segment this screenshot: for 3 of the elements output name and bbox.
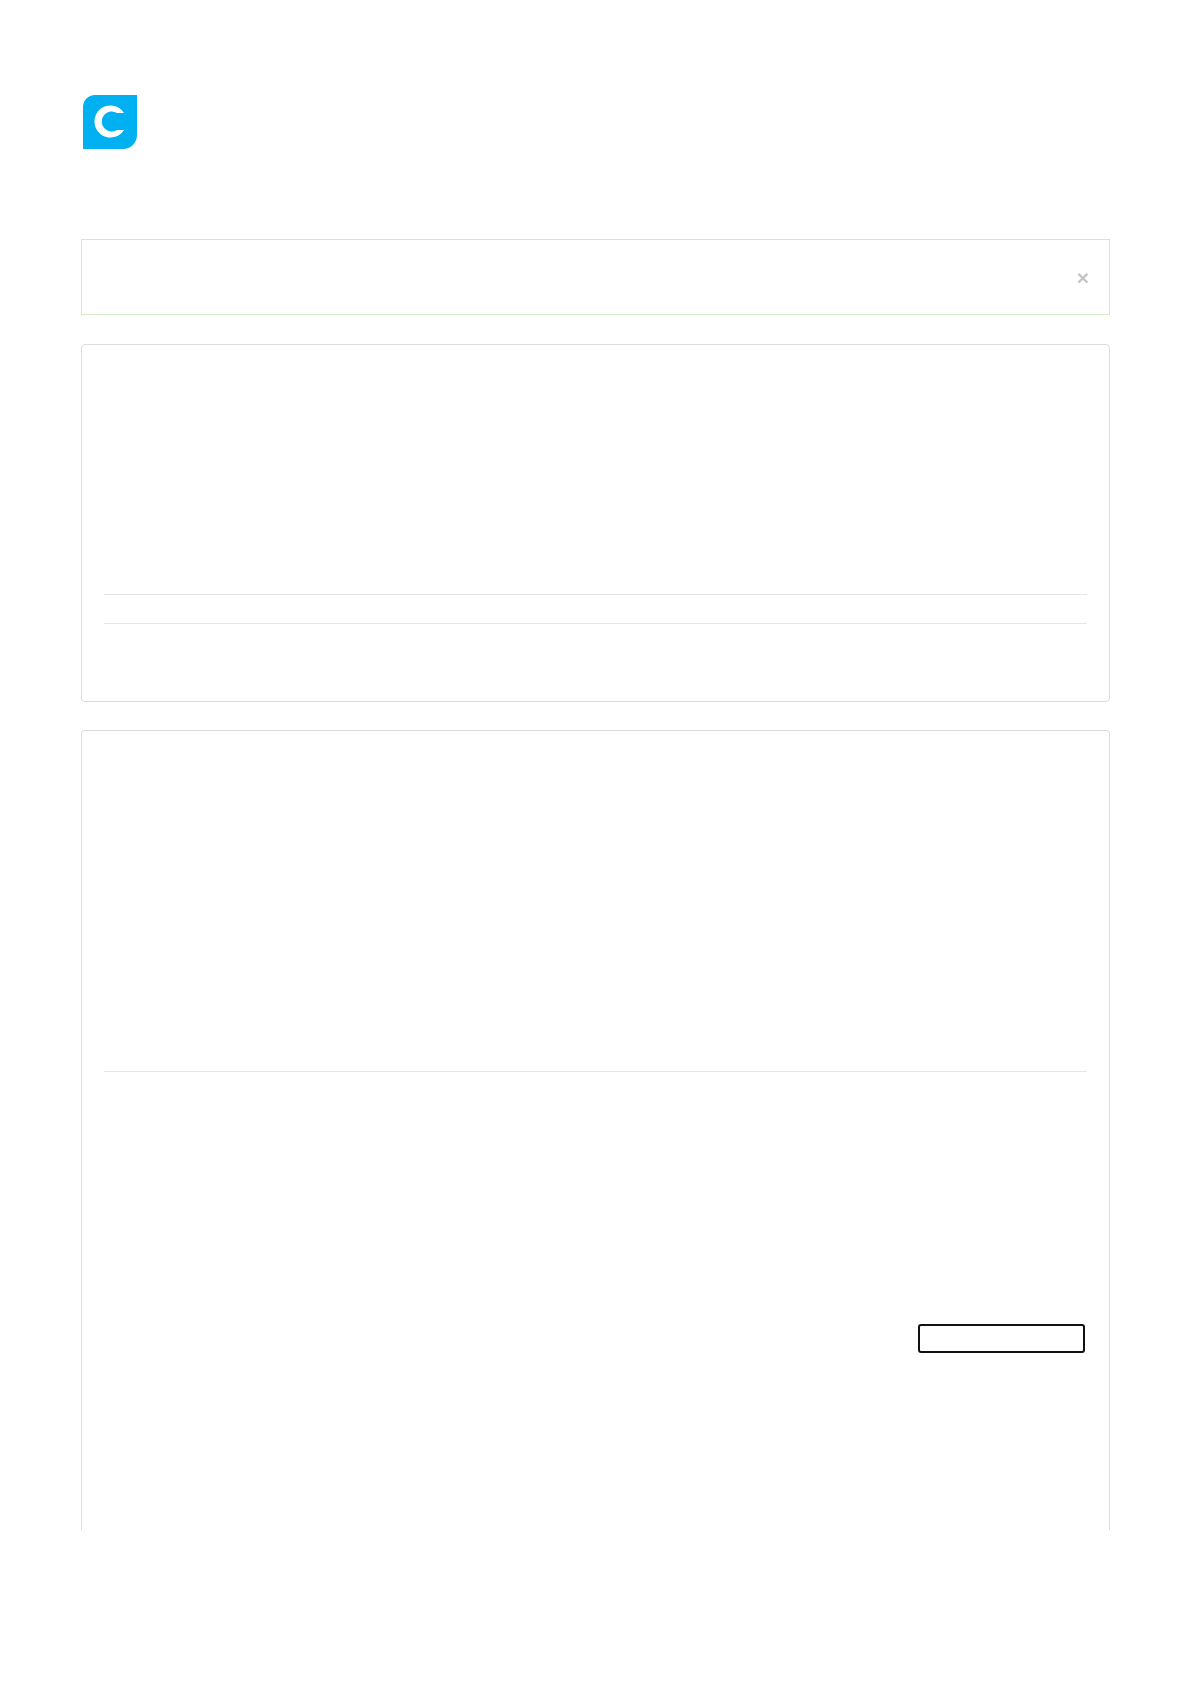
logo-icon	[83, 95, 137, 149]
close-button[interactable]: ×	[1076, 266, 1089, 288]
input-field[interactable]	[918, 1324, 1085, 1353]
